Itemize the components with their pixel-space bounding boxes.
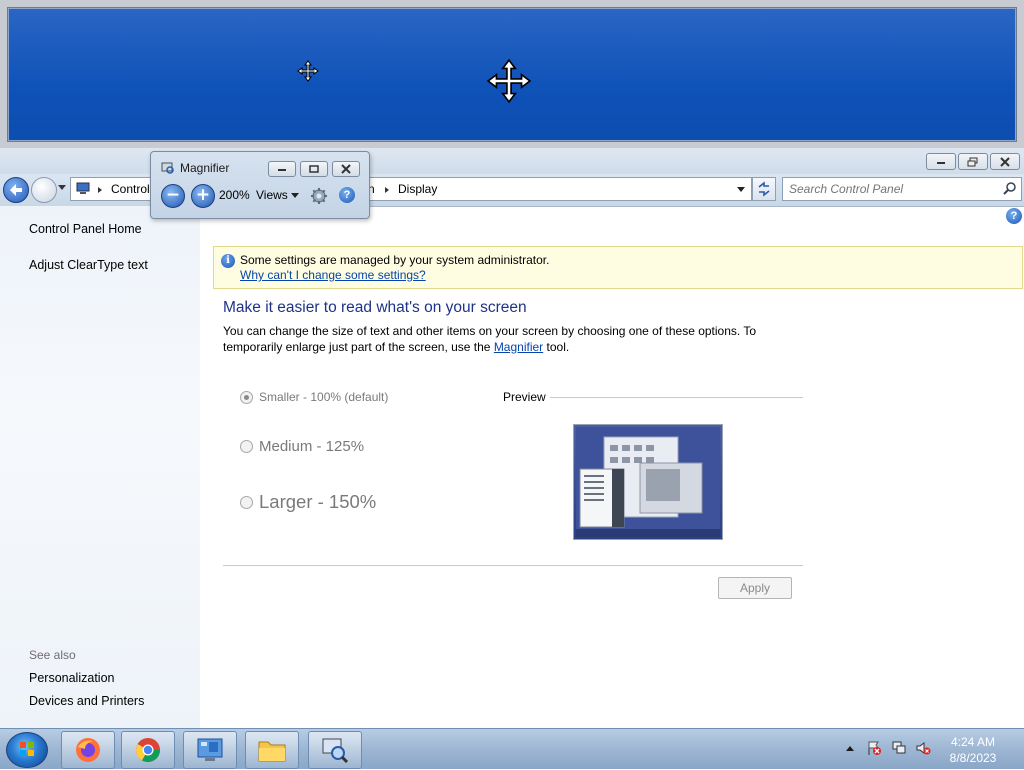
search-icon[interactable] <box>1003 181 1017 195</box>
zoom-level: 200% <box>219 188 250 202</box>
content-divider <box>223 565 803 566</box>
adjust-cleartype-link[interactable]: Adjust ClearType text <box>29 258 148 272</box>
restore-icon <box>967 157 978 166</box>
breadcrumb-display[interactable]: Display <box>398 182 437 196</box>
page-heading: Make it easier to read what's on your sc… <box>223 299 527 316</box>
taskbar-file-explorer[interactable] <box>245 731 299 769</box>
magnifier-minimize-button[interactable] <box>268 161 296 177</box>
control-panel-icon <box>76 182 90 194</box>
option-medium[interactable]: Medium - 125% <box>240 438 364 455</box>
minimize-icon <box>278 169 286 171</box>
control-panel-home-link[interactable]: Control Panel Home <box>29 222 142 236</box>
clock-date: 8/8/2023 <box>949 751 997 765</box>
move-cursor-icon <box>297 60 319 82</box>
back-arrow-icon <box>10 184 22 196</box>
volume-muted-icon[interactable] <box>915 740 931 756</box>
left-task-pane: Control Panel Home Adjust ClearType text… <box>0 206 200 728</box>
option-smaller[interactable]: Smaller - 100% (default) <box>240 390 388 404</box>
info-message: Some settings are managed by your system… <box>240 253 550 267</box>
control-panel-icon <box>197 738 223 761</box>
display-control-panel-window: Control n Display ? Control Panel Home A… <box>0 148 1024 728</box>
breadcrumb-separator-icon <box>385 187 389 193</box>
page-description: You can change the size of text and othe… <box>223 324 783 355</box>
magnifier-app-icon <box>161 162 174 174</box>
firefox-icon <box>76 738 100 762</box>
why-cant-i-change-link[interactable]: Why can't I change some settings? <box>240 268 426 282</box>
chrome-icon <box>136 738 160 763</box>
magnified-area <box>7 7 1017 142</box>
zoom-out-button[interactable]: − <box>161 184 185 208</box>
show-hidden-icons-button[interactable] <box>846 746 854 751</box>
description-text: You can change the size of text and othe… <box>223 324 757 354</box>
file-explorer-icon <box>258 741 286 762</box>
magnifier-lens-view <box>0 0 1024 148</box>
magnifier-title: Magnifier <box>180 161 230 175</box>
magnifier-maximize-button[interactable] <box>300 161 328 177</box>
search-input[interactable] <box>787 180 1001 198</box>
breadcrumb-control-panel[interactable]: Control <box>111 182 150 196</box>
personalization-link[interactable]: Personalization <box>29 671 114 685</box>
option-larger-label: Larger - 150% <box>259 491 377 512</box>
radio-smaller[interactable] <box>240 390 253 404</box>
recent-pages-dropdown[interactable] <box>58 185 66 190</box>
help-icon[interactable]: ? <box>1006 208 1022 224</box>
views-dropdown-icon[interactable] <box>291 193 299 198</box>
info-icon: i <box>221 254 235 268</box>
maximize-icon <box>309 165 319 173</box>
magnifier-link[interactable]: Magnifier <box>494 340 543 354</box>
admin-info-bar: i Some settings are managed by your syst… <box>213 246 1023 289</box>
devices-and-printers-link[interactable]: Devices and Printers <box>29 694 144 708</box>
option-larger[interactable]: Larger - 150% <box>240 491 376 513</box>
taskbar-magnifier[interactable] <box>308 731 362 769</box>
see-also-label: See also <box>29 648 76 662</box>
clock-time: 4:24 AM <box>950 735 996 749</box>
taskbar-chrome[interactable] <box>121 731 175 769</box>
taskbar-control-panel[interactable] <box>183 731 237 769</box>
address-dropdown-icon[interactable] <box>737 187 745 192</box>
search-box[interactable] <box>782 177 1022 201</box>
radio-larger[interactable] <box>240 495 253 509</box>
radio-medium[interactable] <box>240 440 253 453</box>
apply-button[interactable]: Apply <box>718 577 792 599</box>
system-clock[interactable]: 4:24 AM 8/8/2023 <box>938 734 1008 766</box>
preview-divider <box>550 397 803 398</box>
forward-button[interactable] <box>31 177 57 203</box>
magnifier-icon <box>322 738 349 764</box>
close-icon <box>341 164 351 174</box>
minimize-button[interactable] <box>926 153 956 170</box>
desktop-preview-icon <box>576 427 720 537</box>
start-button[interactable] <box>6 732 48 768</box>
gear-icon[interactable] <box>310 187 328 205</box>
taskbar-firefox[interactable] <box>61 731 115 769</box>
network-icon[interactable] <box>891 740 907 756</box>
restore-button[interactable] <box>958 153 988 170</box>
back-button[interactable] <box>3 177 29 203</box>
refresh-icon <box>758 181 770 197</box>
minimize-icon <box>937 161 945 164</box>
magnifier-close-button[interactable] <box>332 161 360 177</box>
move-cursor-large-icon <box>486 58 532 104</box>
description-text-end: tool. <box>543 339 570 354</box>
preview-image <box>573 424 723 540</box>
action-center-flag-icon[interactable] <box>866 740 882 756</box>
zoom-in-button[interactable]: + <box>191 184 215 208</box>
preview-label: Preview <box>503 390 546 404</box>
magnifier-window[interactable]: Magnifier − + 200% Views ? <box>150 151 370 219</box>
breadcrumb-separator-icon <box>98 187 102 193</box>
option-smaller-label: Smaller - 100% (default) <box>259 390 389 404</box>
option-medium-label: Medium - 125% <box>259 438 365 455</box>
magnifier-help-icon[interactable]: ? <box>339 187 355 203</box>
views-menu[interactable]: Views <box>256 188 288 202</box>
close-icon <box>1000 156 1010 167</box>
refresh-button[interactable] <box>752 177 776 201</box>
windows-logo-icon <box>20 742 34 756</box>
close-button[interactable] <box>990 153 1020 170</box>
taskbar: 4:24 AM 8/8/2023 <box>0 728 1024 769</box>
